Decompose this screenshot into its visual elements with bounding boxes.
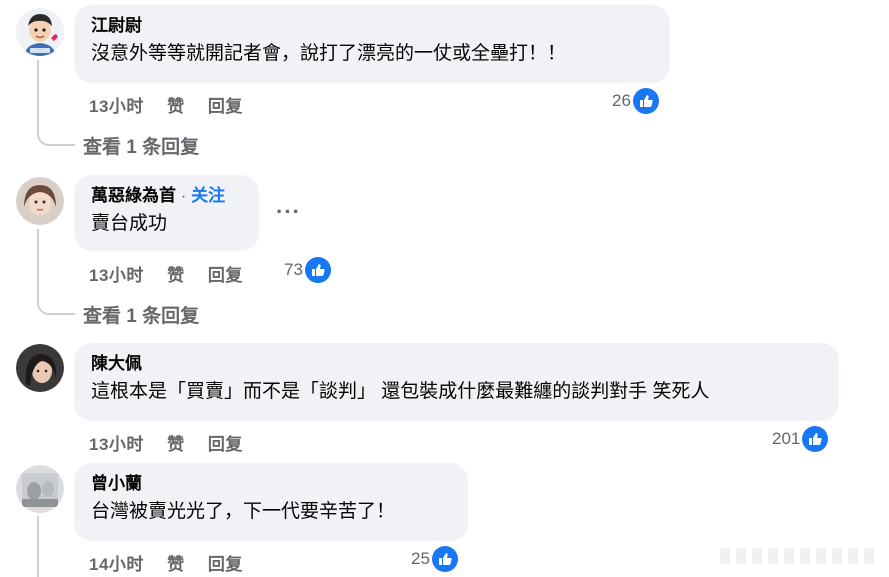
- comment-bubble: 萬惡綠為首 · 关注 賣台成功: [74, 175, 259, 251]
- comment-author-row: 萬惡綠為首 · 关注: [91, 185, 245, 207]
- thumbs-up-icon: [304, 257, 331, 283]
- thumbs-up-icon: [802, 426, 829, 452]
- reaction-count[interactable]: 73: [284, 257, 331, 283]
- like-button[interactable]: 赞: [167, 266, 185, 285]
- thumbs-up-icon: [431, 546, 458, 572]
- watermark-strip: [720, 548, 880, 564]
- comment-bubble: 陳大佩 這根本是「買賣」而不是「談判」 還包裝成什麼最難纏的談判對手 笑死人: [74, 343, 839, 421]
- comment-bubble: 曾小蘭 台灣被賣光光了，下一代要辛苦了！: [74, 463, 468, 541]
- more-options-icon[interactable]: ···: [276, 199, 301, 225]
- comment-author[interactable]: 陳大佩: [91, 353, 825, 375]
- avatar[interactable]: [16, 465, 64, 513]
- comment-text: 這根本是「買賣」而不是「談判」 還包裝成什麼最難纏的談判對手 笑死人: [91, 381, 710, 402]
- comment-meta: 13小时 赞 回复: [89, 92, 261, 117]
- reply-thread-line: [37, 516, 39, 577]
- avatar[interactable]: [16, 177, 64, 225]
- reaction-count[interactable]: 25: [411, 546, 458, 572]
- comment-text: 賣台成功: [91, 213, 168, 234]
- comment-time[interactable]: 13小时: [89, 435, 144, 454]
- avatar[interactable]: [16, 344, 64, 392]
- comment-meta: 13小时 赞 回复: [89, 261, 261, 286]
- reaction-count[interactable]: 201: [772, 426, 829, 452]
- comment-author[interactable]: 曾小蘭: [91, 473, 454, 495]
- comment-text: 沒意外等等就開記者會，說打了漂亮的一仗或全壘打！！: [91, 43, 567, 64]
- comment-time[interactable]: 14小时: [89, 555, 144, 574]
- reply-thread-line: [37, 60, 75, 146]
- comment-text: 台灣被賣光光了，下一代要辛苦了！: [91, 501, 396, 522]
- view-replies-link[interactable]: 查看 1 条回复: [83, 132, 199, 159]
- reply-button[interactable]: 回复: [208, 266, 243, 285]
- comment-bubble: 江尉尉 沒意外等等就開記者會，說打了漂亮的一仗或全壘打！！: [74, 5, 670, 83]
- thumbs-up-icon: [632, 88, 659, 114]
- follow-separator: ·: [180, 186, 187, 205]
- comment-author[interactable]: 萬惡綠為首: [91, 186, 176, 205]
- reply-thread-line: [37, 229, 75, 315]
- reaction-count-value: 26: [612, 91, 631, 110]
- like-button[interactable]: 赞: [167, 555, 185, 574]
- comment-meta: 13小时 赞 回复: [89, 430, 261, 455]
- follow-button[interactable]: 关注: [191, 186, 225, 205]
- comment-time[interactable]: 13小时: [89, 97, 144, 116]
- comment-time[interactable]: 13小时: [89, 266, 144, 285]
- reaction-count-value: 73: [284, 260, 303, 279]
- reply-button[interactable]: 回复: [208, 97, 243, 116]
- comment-author[interactable]: 江尉尉: [91, 15, 656, 37]
- reply-button[interactable]: 回复: [208, 555, 243, 574]
- reaction-count-value: 25: [411, 549, 430, 568]
- reaction-count-value: 201: [772, 429, 801, 448]
- reply-button[interactable]: 回复: [208, 435, 243, 454]
- view-replies-link[interactable]: 查看 1 条回复: [83, 301, 199, 328]
- like-button[interactable]: 赞: [167, 435, 185, 454]
- comment-meta: 14小时 赞 回复: [89, 550, 261, 575]
- avatar[interactable]: [16, 8, 64, 56]
- reaction-count[interactable]: 26: [612, 88, 659, 114]
- like-button[interactable]: 赞: [167, 97, 185, 116]
